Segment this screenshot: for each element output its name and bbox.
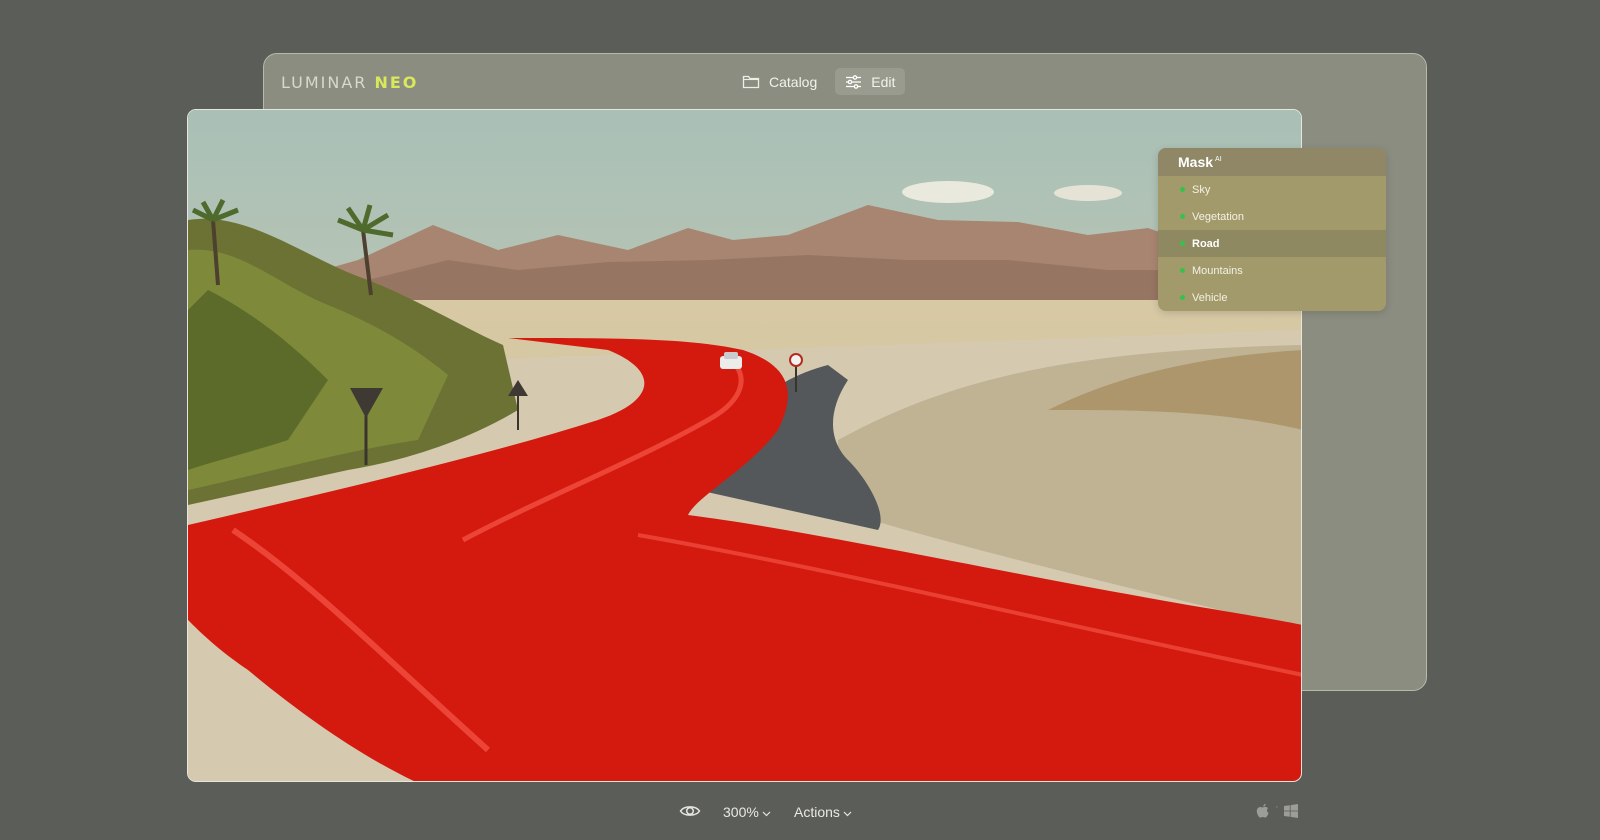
- windows-icon: [1284, 804, 1298, 823]
- actions-label: Actions: [794, 804, 840, 820]
- tab-edit[interactable]: Edit: [835, 68, 906, 95]
- os-separator: ·: [1275, 801, 1279, 813]
- mask-item-label: Sky: [1192, 183, 1211, 196]
- mask-item-sky[interactable]: Sky: [1158, 176, 1386, 203]
- logo-text-luminar: LUMINAR: [281, 73, 375, 92]
- mask-item-vehicle[interactable]: Vehicle: [1158, 284, 1386, 311]
- mask-item-label: Vegetation: [1192, 210, 1244, 223]
- mask-item-label: Mountains: [1192, 264, 1243, 277]
- mask-title-text: Mask: [1178, 154, 1214, 170]
- tab-catalog-label: Catalog: [769, 73, 818, 90]
- status-dot-icon: [1180, 295, 1185, 300]
- status-dot-icon: [1180, 268, 1185, 273]
- mask-item-vegetation[interactable]: Vegetation: [1158, 203, 1386, 230]
- mask-panel-title: Mask AI: [1158, 148, 1386, 176]
- photo-canvas[interactable]: [187, 109, 1302, 782]
- mask-item-label: Vehicle: [1192, 291, 1228, 304]
- bottom-bar: 300% Actions ·: [0, 797, 1600, 827]
- chevron-down-icon: [762, 804, 771, 820]
- folder-icon: [742, 74, 760, 89]
- app-logo: LUMINAR NEO: [281, 73, 418, 92]
- sliders-icon: [845, 74, 862, 89]
- status-dot-icon: [1180, 241, 1185, 246]
- tab-edit-label: Edit: [871, 73, 896, 90]
- mask-list: Sky Vegetation Road Mountains Vehicle: [1158, 176, 1386, 311]
- logo-text-neo: NEO: [374, 73, 419, 92]
- tab-catalog[interactable]: Catalog: [732, 68, 827, 95]
- eye-icon[interactable]: [679, 803, 701, 824]
- apple-icon: [1256, 803, 1270, 824]
- road-photo: [188, 110, 1301, 781]
- zoom-dropdown[interactable]: 300%: [723, 804, 771, 820]
- mask-item-road[interactable]: Road: [1158, 230, 1386, 257]
- top-nav: Catalog Edit: [732, 68, 906, 95]
- status-dot-icon: [1180, 214, 1185, 219]
- mask-item-label: Road: [1192, 237, 1220, 250]
- mask-item-mountains[interactable]: Mountains: [1158, 257, 1386, 284]
- actions-dropdown[interactable]: Actions: [794, 804, 852, 820]
- chevron-down-icon: [843, 804, 852, 820]
- status-dot-icon: [1180, 187, 1185, 192]
- zoom-value: 300%: [723, 804, 759, 820]
- mask-title-ai-badge: AI: [1215, 155, 1222, 163]
- mask-panel: Mask AI Sky Vegetation Road Mountains Veh…: [1158, 148, 1386, 311]
